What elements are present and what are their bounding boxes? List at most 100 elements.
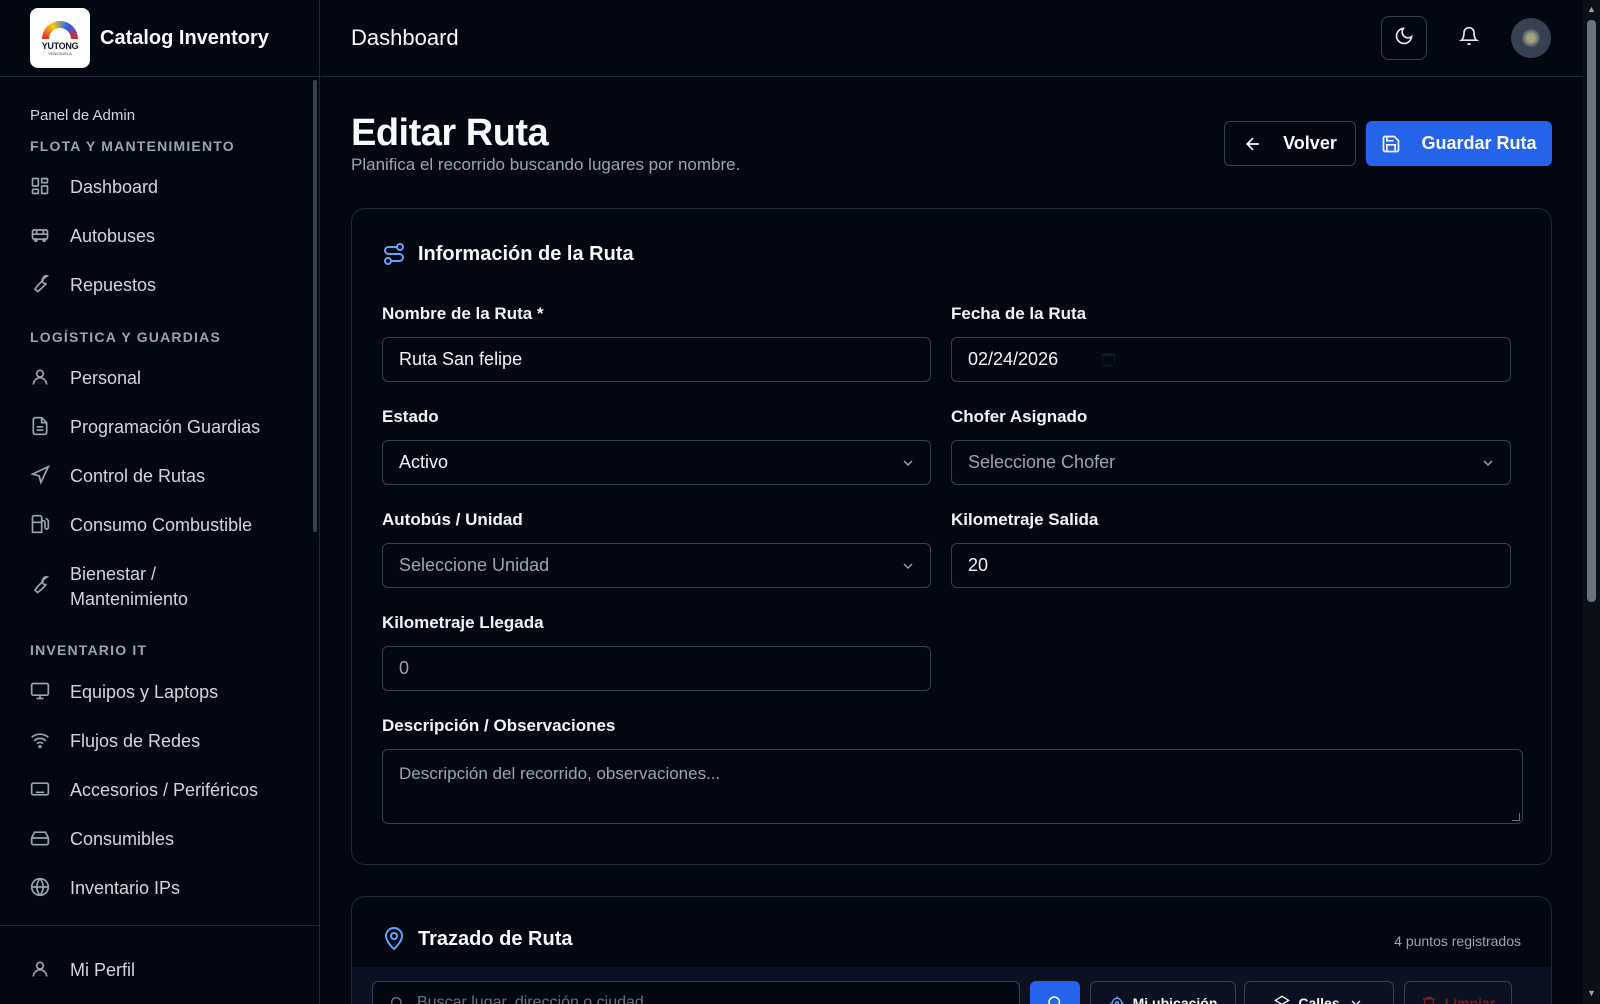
sidebar-item-label: Inventario IPs xyxy=(70,878,181,898)
clear-route-button[interactable]: Limpiar xyxy=(1404,981,1512,1004)
app-root: YUTONG VENEZUELA Catalog Inventory Panel… xyxy=(0,0,1600,1004)
brand-logo: YUTONG VENEZUELA xyxy=(30,8,90,68)
search-button[interactable] xyxy=(1030,981,1080,1004)
avatar[interactable] xyxy=(1511,18,1551,58)
locate-icon xyxy=(1109,995,1125,1004)
header-title: Dashboard xyxy=(351,25,459,50)
sidebar-item-label: Programación Guardias xyxy=(70,417,261,437)
sidebar-item-label: Consumo Combustible xyxy=(70,515,253,535)
search-icon xyxy=(1046,994,1064,1004)
bus-icon xyxy=(30,225,50,245)
sidebar-item-label: Consumibles xyxy=(70,829,175,849)
sidebar-nav: Panel de Admin FLOTA Y MANTENIMIENTO Das… xyxy=(0,77,314,925)
save-icon xyxy=(1381,134,1401,154)
km-in-label: Kilometraje Llegada xyxy=(382,613,544,632)
document-icon xyxy=(30,416,50,436)
sidebar-item-guardias[interactable]: Programación Guardias xyxy=(30,415,290,440)
sidebar-item-label: Repuestos xyxy=(70,275,157,295)
sidebar-item-label: Control de Rutas xyxy=(70,466,206,486)
notifications-button[interactable] xyxy=(1447,16,1491,60)
back-label: Volver xyxy=(1283,133,1337,153)
driver-select[interactable]: Seleccione Chofer xyxy=(951,440,1511,485)
route-date-input[interactable]: 02/24/2026 xyxy=(951,337,1511,382)
route-map-card: Trazado de Ruta 4 puntos registrados Bus… xyxy=(351,896,1552,1004)
user-icon xyxy=(30,959,50,979)
sidebar-item-label: Equipos y Laptops xyxy=(70,682,219,702)
status-label: Estado xyxy=(382,407,439,426)
sidebar-item-label: Autobuses xyxy=(70,226,156,246)
section-flota: FLOTA Y MANTENIMIENTO xyxy=(30,138,235,154)
arrow-left-icon xyxy=(1243,134,1263,154)
sidebar-item-label: Flujos de Redes xyxy=(70,731,201,751)
dashboard-icon xyxy=(30,176,50,196)
brand[interactable]: YUTONG VENEZUELA Catalog Inventory xyxy=(0,0,319,77)
place-search-input[interactable]: Buscar lugar, dirección o ciudad xyxy=(372,981,1020,1004)
sidebar-item-personal[interactable]: Personal xyxy=(30,366,290,391)
sidebar-item-autobuses[interactable]: Autobuses xyxy=(30,224,290,249)
search-icon xyxy=(389,995,405,1004)
km-out-label: Kilometraje Salida xyxy=(951,510,1099,529)
sidebar-item-consumibles[interactable]: Consumibles xyxy=(30,827,290,852)
sidebar-item-label: Dashboard xyxy=(70,177,159,197)
sidebar-item-redes[interactable]: Flujos de Redes xyxy=(30,729,290,754)
map-layer-select[interactable]: Calles xyxy=(1244,981,1394,1004)
status-select[interactable]: Activo xyxy=(382,440,931,485)
sidebar-item-ips[interactable]: Inventario IPs xyxy=(30,876,290,901)
wrench-icon xyxy=(30,274,50,294)
my-location-button[interactable]: Mi ubicación xyxy=(1090,981,1236,1004)
sidebar-item-repuestos[interactable]: Repuestos xyxy=(30,273,290,298)
route-name-label: Nombre de la Ruta * xyxy=(382,304,544,323)
sidebar-item-label: Mi Perfil xyxy=(70,960,136,980)
scroll-down-icon[interactable]: ▼ xyxy=(1587,988,1596,998)
save-label: Guardar Ruta xyxy=(1421,133,1537,153)
calendar-icon[interactable] xyxy=(1102,353,1115,366)
sidebar-item-accesorios[interactable]: Accesorios / Periféricos xyxy=(30,778,290,803)
bus-select[interactable]: Seleccione Unidad xyxy=(382,543,931,588)
chevron-down-icon xyxy=(900,558,916,574)
sidebar-item-perfil[interactable]: Mi Perfil xyxy=(30,958,290,983)
page-title: Editar Ruta xyxy=(351,112,549,154)
back-button[interactable]: Volver xyxy=(1224,121,1356,166)
sidebar-item-label: Personal xyxy=(70,368,142,388)
route-map-title: Trazado de Ruta xyxy=(382,927,572,951)
panel-label: Panel de Admin xyxy=(30,107,136,124)
map-toolbar: Buscar lugar, dirección o ciudad Mi ubic… xyxy=(352,967,1551,1004)
save-route-button[interactable]: Guardar Ruta xyxy=(1366,121,1552,166)
scrollbar-thumb[interactable] xyxy=(1587,20,1596,602)
top-header: Dashboard xyxy=(321,0,1583,77)
keyboard-icon xyxy=(30,779,50,799)
main-content: Editar Ruta Planifica el recorrido busca… xyxy=(321,77,1583,1004)
sidebar-scrollbar[interactable] xyxy=(313,80,317,532)
globe-icon xyxy=(30,877,50,897)
layers-icon xyxy=(1274,995,1291,1004)
route-info-card: Información de la Ruta Nombre de la Ruta… xyxy=(351,208,1552,865)
km-in-input[interactable]: 0 xyxy=(382,646,931,691)
map-pin-icon xyxy=(382,927,406,951)
route-date-label: Fecha de la Ruta xyxy=(951,304,1087,323)
theme-toggle-button[interactable] xyxy=(1381,16,1427,60)
scroll-up-icon[interactable]: ▲ xyxy=(1587,4,1596,14)
chevron-down-icon xyxy=(900,455,916,471)
sidebar-item-combustible[interactable]: Consumo Combustible xyxy=(30,513,290,538)
bus-label: Autobús / Unidad xyxy=(382,510,523,529)
page-scrollbar[interactable]: ▲ ▼ xyxy=(1583,0,1600,1004)
section-inventario: INVENTARIO IT xyxy=(30,642,148,658)
sidebar-item-label: Bienestar / Mantenimiento xyxy=(70,564,189,609)
sidebar-item-label: Accesorios / Periféricos xyxy=(70,780,259,800)
sidebar-item-bienestar[interactable]: Bienestar / Mantenimiento xyxy=(30,562,230,612)
sidebar-item-equipos[interactable]: Equipos y Laptops xyxy=(30,680,290,705)
driver-label: Chofer Asignado xyxy=(951,407,1088,426)
resize-handle[interactable] xyxy=(1512,813,1520,821)
sidebar: YUTONG VENEZUELA Catalog Inventory Panel… xyxy=(0,0,320,1004)
sidebar-item-dashboard[interactable]: Dashboard xyxy=(30,175,290,200)
wrench-icon xyxy=(30,575,50,595)
description-textarea[interactable]: Descripción del recorrido, observaciones… xyxy=(382,749,1523,824)
km-out-input[interactable]: 20 xyxy=(951,543,1511,588)
route-info-title: Información de la Ruta xyxy=(382,242,634,266)
points-count: 4 puntos registrados xyxy=(1394,933,1521,949)
fuel-icon xyxy=(30,514,50,534)
route-name-input[interactable]: Ruta San felipe xyxy=(382,337,931,382)
monitor-icon xyxy=(30,681,50,701)
sidebar-item-rutas[interactable]: Control de Rutas xyxy=(30,464,290,489)
moon-icon xyxy=(1394,26,1414,51)
